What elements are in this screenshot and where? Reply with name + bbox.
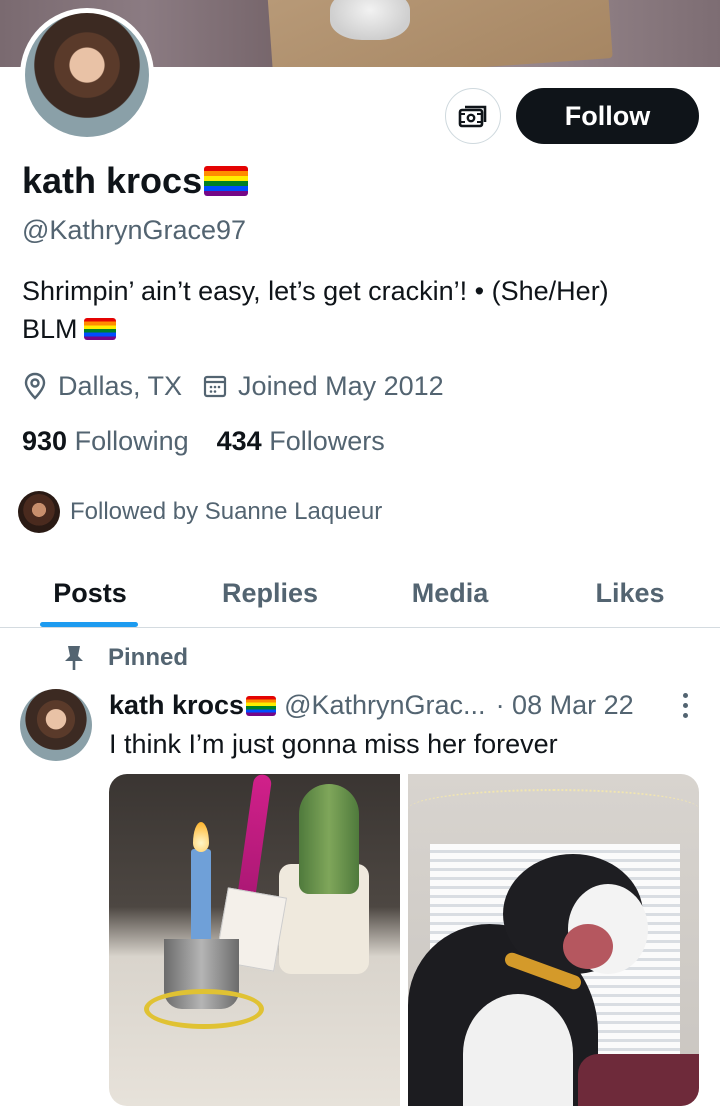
tab-replies[interactable]: Replies: [180, 560, 360, 627]
following-link[interactable]: 930 Following: [22, 426, 189, 457]
collar-image: [144, 989, 264, 1029]
bio-line-1: Shrimpin’ ain’t easy, let’s get crackin’…: [22, 276, 609, 306]
tweet-author-handle[interactable]: @KathrynGrac...: [284, 690, 485, 721]
profile-handle: @KathrynGrace97: [22, 215, 247, 245]
profile-bio: Shrimpin’ ain’t easy, let’s get crackin’…: [22, 272, 702, 348]
tab-media[interactable]: Media: [360, 560, 540, 627]
tweet-photo-candle[interactable]: [109, 774, 400, 1106]
follow-button[interactable]: Follow: [516, 88, 699, 144]
pinned-indicator: Pinned: [62, 644, 188, 672]
cactus-image: [299, 784, 359, 894]
profile-location: Dallas, TX: [22, 371, 182, 402]
followers-link[interactable]: 434 Followers: [217, 426, 385, 457]
tweet-author-avatar[interactable]: [20, 689, 92, 761]
string-lights-image: [408, 789, 699, 829]
banner-cat-image: [330, 0, 410, 40]
profile-avatar[interactable]: [20, 8, 154, 142]
avatar: [18, 491, 60, 533]
joined-text: Joined May 2012: [238, 370, 444, 401]
tweet-author-name[interactable]: kath krocs: [109, 690, 244, 721]
tweet-date[interactable]: · 08 Mar 22: [496, 690, 634, 721]
profile-meta: Dallas, TX Joined May 2012: [22, 369, 464, 403]
calendar-icon: [203, 375, 227, 398]
money-icon: [458, 105, 487, 128]
tweet-media: [109, 774, 699, 1106]
profile-display-name: kath krocs: [22, 160, 249, 202]
blanket-image: [578, 1054, 699, 1106]
bio-line-2: BLM: [22, 314, 78, 344]
tip-jar-button[interactable]: [445, 88, 501, 144]
more-options-icon[interactable]: [676, 690, 694, 720]
location-pin-icon: [24, 372, 46, 400]
follow-counts: 930 Following 434 Followers: [22, 426, 413, 457]
pin-icon: [65, 646, 83, 670]
followers-count: 434: [216, 426, 262, 456]
display-name-text: kath krocs: [22, 160, 203, 201]
cat-mouth-image: [563, 924, 613, 969]
tweet-header: kath krocs @KathrynGrac... · 08 Mar 22: [109, 690, 634, 721]
profile-tabs: Posts Replies Media Likes: [0, 560, 720, 628]
tab-likes[interactable]: Likes: [540, 560, 720, 627]
rainbow-flag-icon: [83, 318, 116, 340]
location-text: Dallas, TX: [58, 370, 183, 401]
following-label: Following: [74, 426, 189, 456]
tweet-text: I think I’m just gonna miss her forever: [109, 729, 558, 759]
tweet-photo-cat[interactable]: [408, 774, 699, 1106]
profile-avatar-image: [25, 13, 149, 137]
rainbow-flag-icon: [246, 695, 277, 716]
pinned-label: Pinned: [108, 644, 189, 671]
followed-by[interactable]: Followed by Suanne Laqueur: [18, 491, 382, 533]
flame-image: [193, 822, 209, 852]
profile-joined: Joined May 2012: [202, 371, 444, 402]
rainbow-flag-icon: [204, 166, 249, 196]
cat-chest-image: [463, 994, 573, 1106]
tab-posts[interactable]: Posts: [0, 560, 180, 627]
following-count: 930: [22, 426, 68, 456]
followed-by-text: Followed by Suanne Laqueur: [70, 498, 383, 525]
banner-box-image: [267, 0, 613, 67]
followers-label: Followers: [269, 426, 385, 456]
